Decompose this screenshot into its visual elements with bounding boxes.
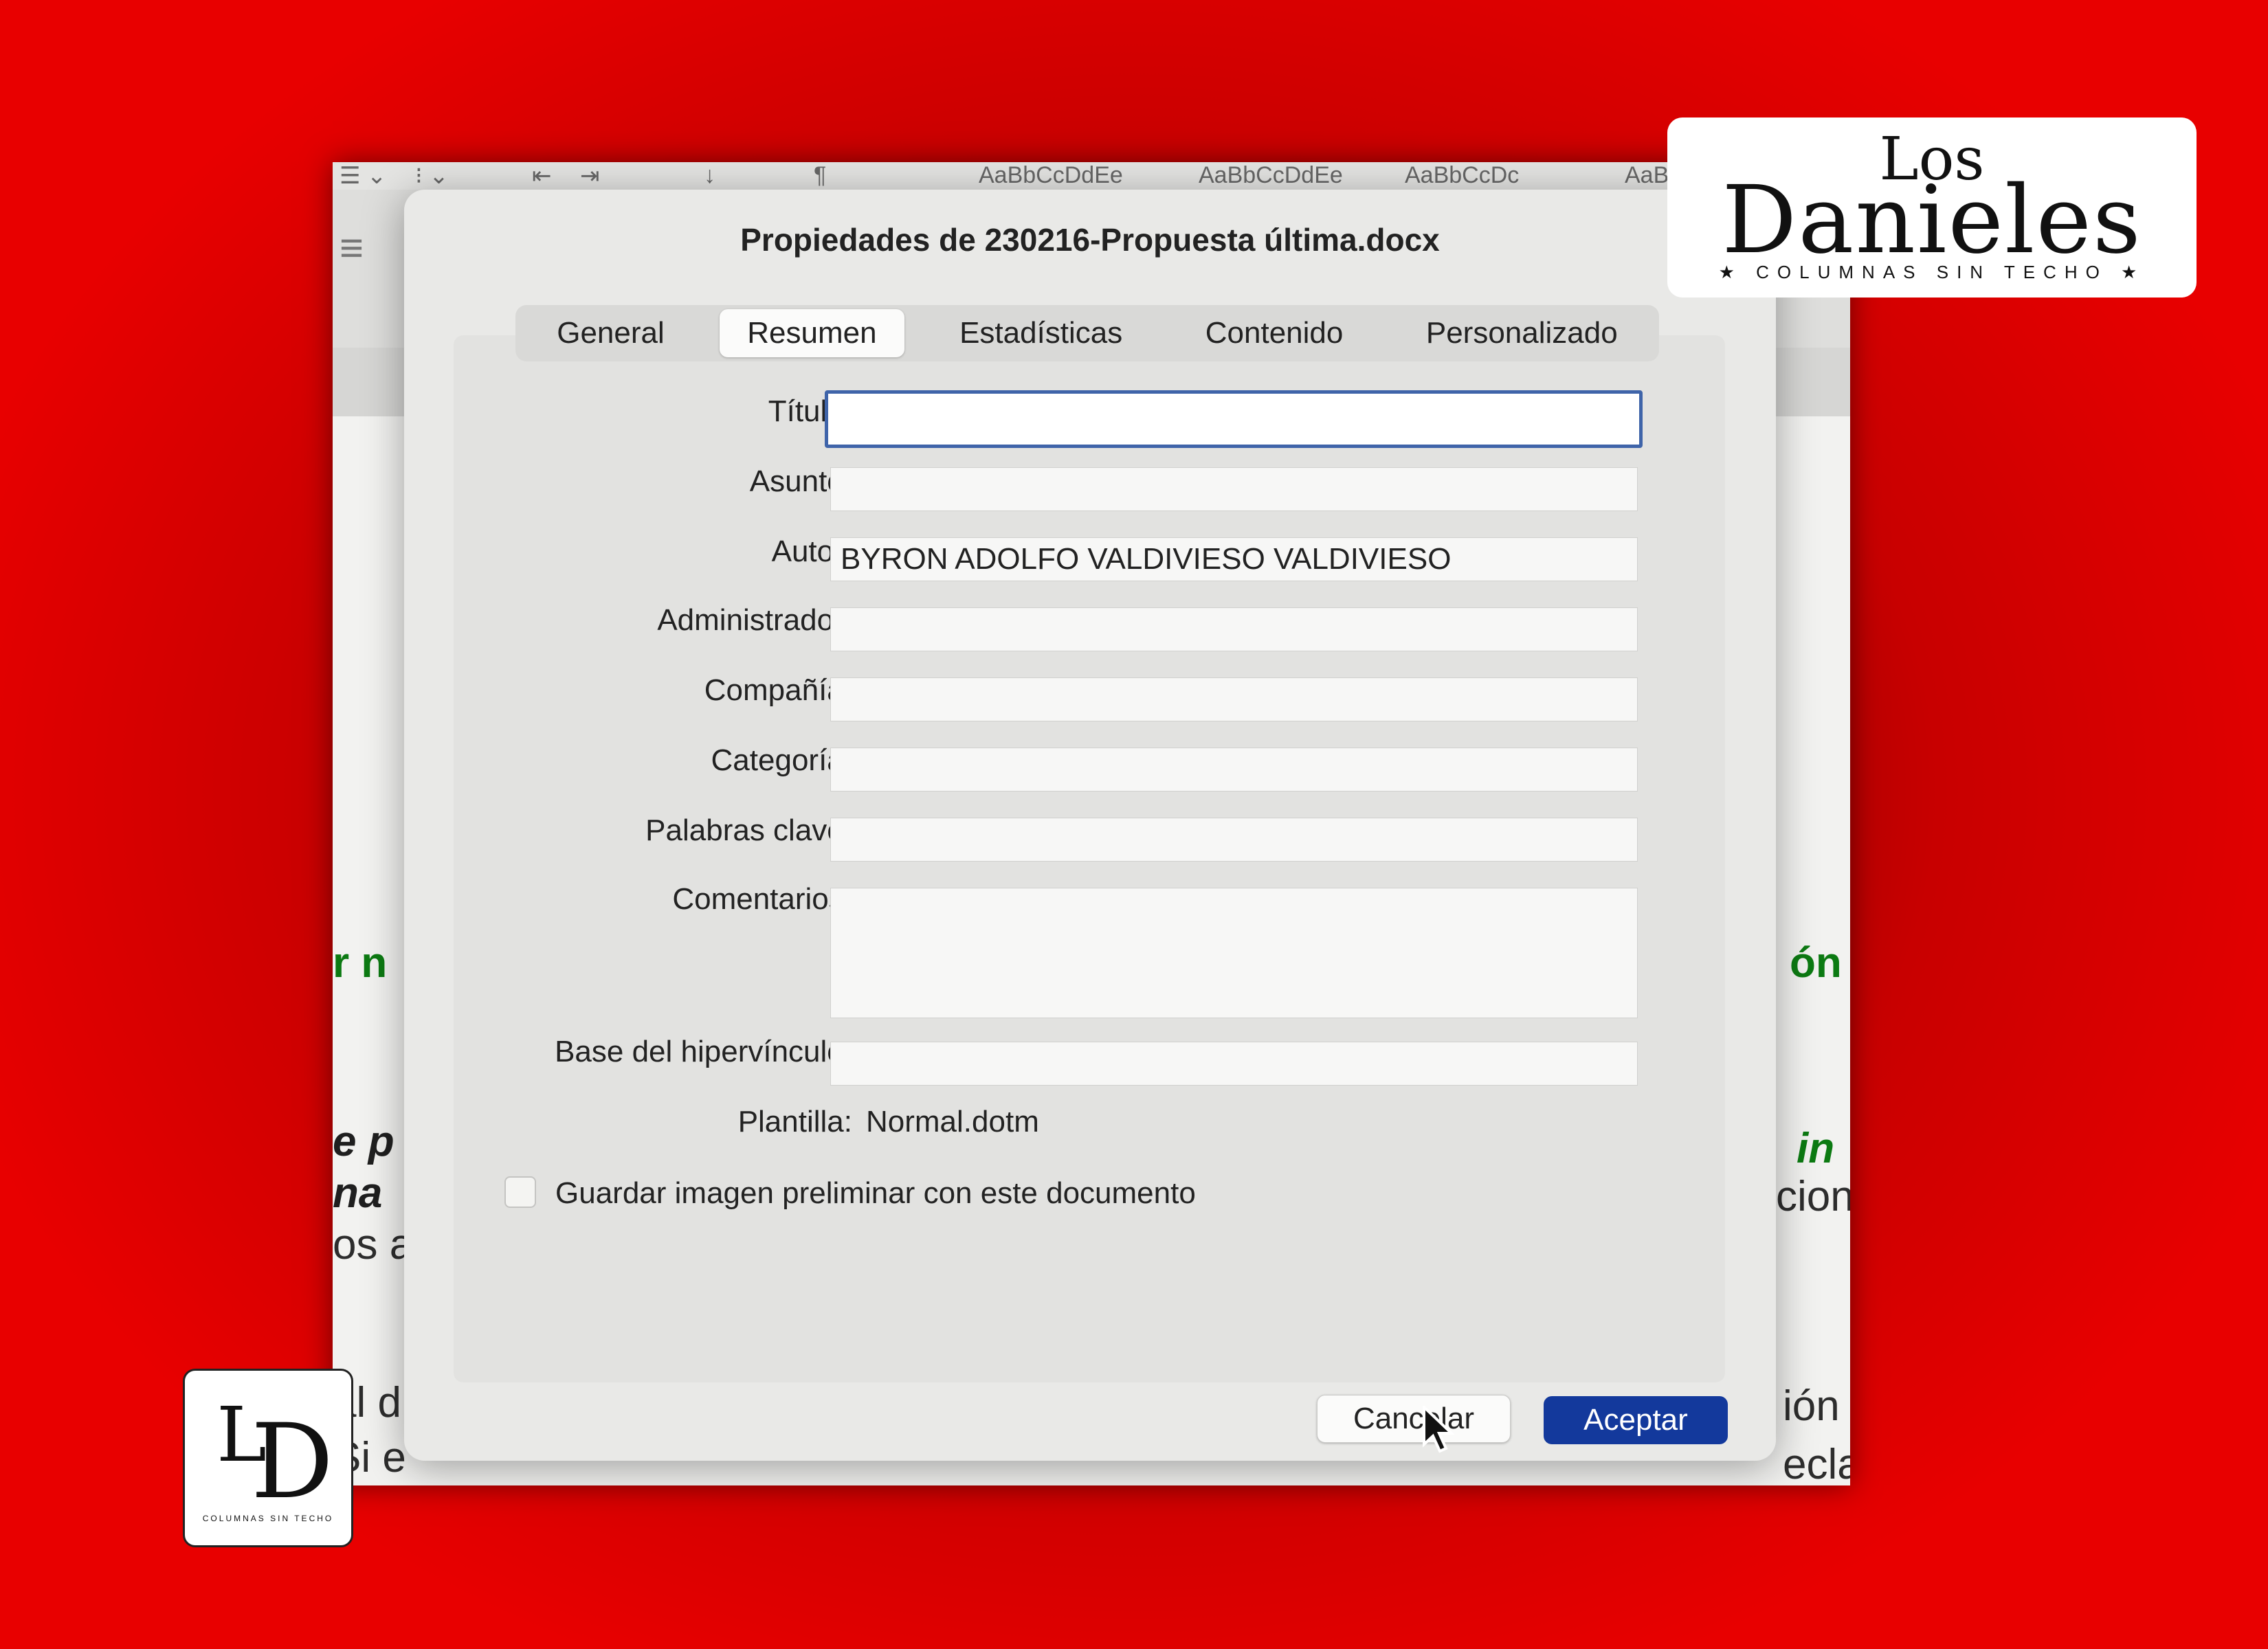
compania-label: Compañía: bbox=[704, 673, 852, 707]
doc-fragment: ón bbox=[1790, 939, 1842, 987]
tab-general[interactable]: General bbox=[529, 309, 692, 357]
list-icon[interactable]: ☰ ⌄ bbox=[340, 162, 386, 190]
plantilla-label: Plantilla: bbox=[737, 1105, 852, 1138]
titulo-input[interactable] bbox=[825, 390, 1643, 448]
logo-tagline: ★ COLUMNAS SIN TECHO ★ bbox=[1718, 262, 2146, 282]
style-preview-2[interactable]: AaBbCcDdEe bbox=[1199, 162, 1343, 189]
doc-fragment: e p bbox=[333, 1118, 394, 1165]
style-preview-3[interactable]: AaBbCcDc bbox=[1405, 162, 1519, 189]
ld-badge: L D COLUMNAS SIN TECHO bbox=[183, 1369, 353, 1547]
doc-fragment: ecla bbox=[1783, 1441, 1850, 1485]
mouse-cursor-icon bbox=[1423, 1406, 1456, 1453]
los-danieles-logo: Los Danieles ★ COLUMNAS SIN TECHO ★ bbox=[1667, 117, 2197, 298]
numbered-list-icon[interactable]: ⁝ ⌄ bbox=[415, 162, 449, 190]
doc-fragment: cion bbox=[1776, 1173, 1850, 1220]
base-hipervinculo-label: Base del hipervínculo: bbox=[555, 1035, 852, 1068]
compania-input[interactable] bbox=[830, 677, 1638, 721]
tab-bar: General Resumen Estadísticas Contenido P… bbox=[515, 305, 1659, 361]
tab-personalizado[interactable]: Personalizado bbox=[1399, 309, 1645, 357]
administrador-input[interactable] bbox=[830, 607, 1638, 651]
tab-estadisticas[interactable]: Estadísticas bbox=[932, 309, 1150, 357]
comentarios-textarea[interactable] bbox=[830, 888, 1638, 1018]
badge-letter-d: D bbox=[251, 1402, 334, 1522]
palabras-clave-label: Palabras clave: bbox=[645, 814, 852, 847]
badge-tagline: COLUMNAS SIN TECHO bbox=[202, 1514, 334, 1523]
palabras-clave-input[interactable] bbox=[830, 818, 1638, 862]
autor-label: Autor: bbox=[771, 535, 852, 568]
doc-fragment: in bbox=[1797, 1125, 1835, 1172]
preview-checkbox[interactable] bbox=[504, 1176, 536, 1208]
dialog-title: Propiedades de 230216-Propuesta última.d… bbox=[740, 222, 1440, 258]
asunto-input[interactable] bbox=[830, 467, 1638, 511]
administrador-label: Administrador: bbox=[657, 603, 852, 637]
doc-fragment: os a bbox=[333, 1221, 414, 1268]
doc-fragment: ión bbox=[1783, 1382, 1840, 1430]
tab-contenido[interactable]: Contenido bbox=[1178, 309, 1371, 357]
comentarios-label: Comentarios: bbox=[672, 882, 852, 916]
indent-increase-icon[interactable]: ⇥ bbox=[580, 162, 600, 190]
tab-resumen[interactable]: Resumen bbox=[720, 309, 904, 357]
style-preview-1[interactable]: AaBbCcDdEe bbox=[979, 162, 1123, 189]
screenshot-photo: ☰ ⌄ ⁝ ⌄ ⇤ ⇥ ↓ ¶ AaBbCcDdEe AaBbCcDdEe Aa… bbox=[333, 162, 1850, 1485]
word-toolbar: ☰ ⌄ ⁝ ⌄ ⇤ ⇥ ↓ ¶ AaBbCcDdEe AaBbCcDdEe Aa… bbox=[333, 162, 1850, 190]
logo-main-text: Danieles bbox=[1722, 166, 2142, 275]
doc-fragment: na bbox=[333, 1169, 383, 1217]
sort-icon[interactable]: ↓ bbox=[704, 162, 715, 189]
cancel-button[interactable]: Cancelar bbox=[1317, 1395, 1511, 1443]
ld-monogram-icon: L D bbox=[210, 1390, 333, 1514]
autor-input[interactable]: BYRON ADOLFO VALDIVIESO VALDIVIESO bbox=[830, 537, 1638, 581]
asunto-label: Asunto: bbox=[749, 464, 852, 498]
accept-button[interactable]: Aceptar bbox=[1544, 1396, 1728, 1444]
base-hipervinculo-input[interactable] bbox=[830, 1042, 1638, 1086]
doc-fragment: r n bbox=[333, 939, 388, 987]
style-preview-4[interactable]: AaB bbox=[1625, 162, 1669, 189]
plantilla-value: Normal.dotm bbox=[866, 1105, 1039, 1138]
properties-dialog: Propiedades de 230216-Propuesta última.d… bbox=[404, 190, 1776, 1461]
titulo-label: Título: bbox=[768, 394, 852, 428]
menu-icon[interactable]: ≡ bbox=[340, 224, 364, 271]
categoria-label: Categoría: bbox=[711, 743, 852, 777]
preview-checkbox-label: Guardar imagen preliminar con este docum… bbox=[555, 1176, 1196, 1210]
paragraph-icon[interactable]: ¶ bbox=[814, 162, 826, 189]
indent-decrease-icon[interactable]: ⇤ bbox=[532, 162, 552, 190]
categoria-input[interactable] bbox=[830, 748, 1638, 792]
